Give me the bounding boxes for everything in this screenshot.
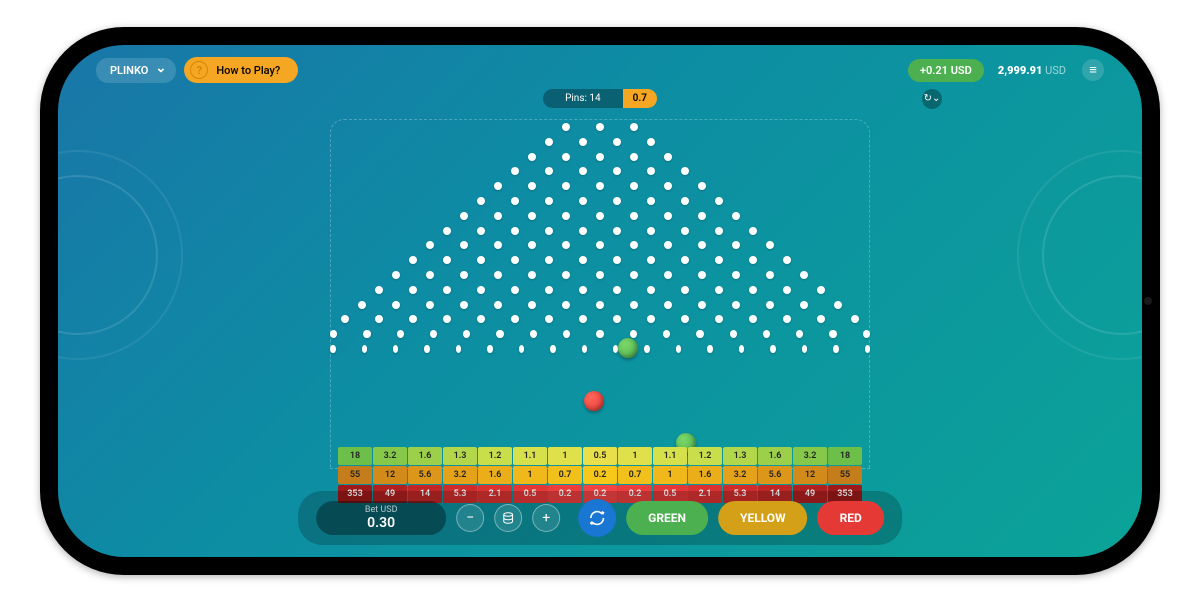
payout-cell: 0.5 bbox=[583, 447, 617, 465]
phone-camera bbox=[1144, 297, 1152, 305]
bet-amount-display[interactable]: Bet USD 0.30 bbox=[316, 501, 446, 535]
bet-coins-button[interactable] bbox=[494, 504, 522, 532]
phone-frame: PLINKO ? How to Play? +0.21 USD 2,999.91… bbox=[40, 27, 1160, 575]
question-icon: ? bbox=[190, 61, 208, 79]
payout-cell: 1.6 bbox=[758, 447, 792, 465]
payout-cell: 3.2 bbox=[793, 447, 827, 465]
ball-green bbox=[618, 338, 638, 358]
payout-cell: 1.6 bbox=[478, 466, 512, 484]
payout-cell: 18 bbox=[338, 447, 372, 465]
game-screen: PLINKO ? How to Play? +0.21 USD 2,999.91… bbox=[58, 45, 1142, 557]
payout-cell: 1 bbox=[653, 466, 687, 484]
payout-cell: 18 bbox=[828, 447, 862, 465]
drop-green-button[interactable]: GREEN bbox=[626, 501, 708, 535]
bet-increase-button[interactable]: + bbox=[532, 504, 560, 532]
hamburger-menu-button[interactable]: ≡ bbox=[1082, 59, 1104, 81]
payout-cell: 12 bbox=[373, 466, 407, 484]
coins-icon bbox=[501, 511, 515, 525]
bet-value: 0.30 bbox=[338, 515, 424, 531]
pins-count-pill[interactable]: Pins: 14 bbox=[543, 89, 623, 108]
multiplier-pill: 0.7 bbox=[623, 89, 657, 108]
last-win-badge: +0.21 USD bbox=[908, 59, 984, 82]
pins-grid bbox=[330, 123, 870, 360]
drop-yellow-button[interactable]: YELLOW bbox=[718, 501, 808, 535]
autoplay-button[interactable] bbox=[578, 499, 616, 537]
decoration bbox=[58, 150, 183, 360]
payout-cell: 1.2 bbox=[478, 447, 512, 465]
sub-bar: Pins: 14 0.7 ↻⌄ bbox=[58, 89, 1142, 108]
balance-currency: USD bbox=[1045, 64, 1066, 77]
balance-value: 2,999.91 bbox=[998, 64, 1043, 77]
refresh-icon bbox=[588, 509, 606, 527]
bet-label: Bet USD bbox=[338, 505, 424, 515]
payout-cell: 1.6 bbox=[688, 466, 722, 484]
payout-cell: 3.2 bbox=[723, 466, 757, 484]
payout-cell: 1.6 bbox=[408, 447, 442, 465]
payout-cell: 0.7 bbox=[548, 466, 582, 484]
decoration bbox=[1017, 150, 1142, 360]
payout-cell: 0.7 bbox=[618, 466, 652, 484]
payout-cell: 1 bbox=[618, 447, 652, 465]
payout-cell: 0.2 bbox=[583, 466, 617, 484]
payout-cell: 1 bbox=[548, 447, 582, 465]
payout-cell: 3.2 bbox=[373, 447, 407, 465]
drop-red-button[interactable]: RED bbox=[818, 501, 884, 535]
payout-cell: 5.6 bbox=[408, 466, 442, 484]
payout-cell: 1.3 bbox=[443, 447, 477, 465]
payout-cell: 12 bbox=[793, 466, 827, 484]
how-to-play-button[interactable]: ? How to Play? bbox=[184, 57, 298, 83]
balance-display: 2,999.91 USD bbox=[998, 64, 1066, 77]
plinko-board bbox=[330, 119, 870, 469]
game-selector-dropdown[interactable]: PLINKO bbox=[96, 58, 176, 83]
bottom-bar: Bet USD 0.30 − + GREEN YELLOW RED bbox=[298, 491, 902, 545]
payout-cell: 3.2 bbox=[443, 466, 477, 484]
payout-cell: 1.3 bbox=[723, 447, 757, 465]
payout-cell: 1.2 bbox=[688, 447, 722, 465]
payout-cell: 1.1 bbox=[653, 447, 687, 465]
payout-cell: 5.6 bbox=[758, 466, 792, 484]
payout-cell: 1 bbox=[513, 466, 547, 484]
top-bar: PLINKO ? How to Play? +0.21 USD 2,999.91… bbox=[58, 57, 1142, 83]
ball-red bbox=[584, 391, 604, 411]
payout-cell: 55 bbox=[338, 466, 372, 484]
payout-cell: 55 bbox=[828, 466, 862, 484]
help-label: How to Play? bbox=[216, 64, 280, 77]
bet-decrease-button[interactable]: − bbox=[456, 504, 484, 532]
payout-cell: 1.1 bbox=[513, 447, 547, 465]
history-button[interactable]: ↻⌄ bbox=[922, 89, 942, 109]
